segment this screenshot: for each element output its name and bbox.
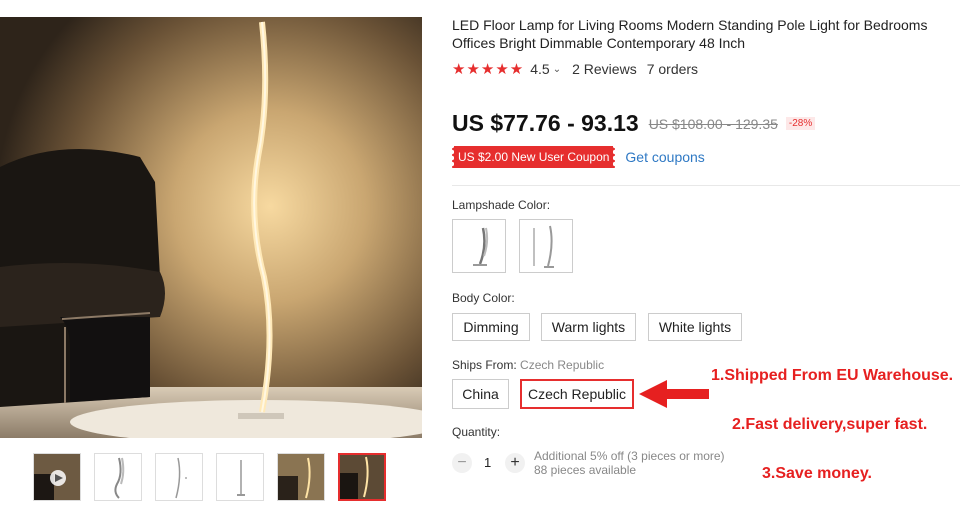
- quantity-value[interactable]: 1: [484, 455, 491, 470]
- current-price: US $77.76 - 93.13: [452, 110, 639, 136]
- ships-from-title: Ships From:: [452, 358, 517, 372]
- price-row: US $77.76 - 93.13 US $108.00 - 129.35 -2…: [452, 110, 816, 137]
- main-product-image: [0, 17, 422, 438]
- video-thumbnail-image: [34, 454, 80, 500]
- lamp-thumbnail-image: [114, 457, 125, 499]
- lampshade-swatch-2[interactable]: [519, 219, 573, 273]
- ships-from-czech-republic[interactable]: Czech Republic: [520, 379, 634, 409]
- divider: [452, 185, 960, 186]
- lamp-silver-icon: [533, 225, 554, 268]
- body-color-label: Body Color:: [452, 291, 515, 305]
- body-color-option-white[interactable]: White lights: [648, 313, 742, 341]
- thumbnail-2[interactable]: [94, 453, 142, 501]
- annotation-fast-delivery: 2.Fast delivery,super fast.: [732, 416, 928, 433]
- coupon-row: US $2.00 New User Coupon Get coupons: [449, 143, 705, 171]
- lamp-white-icon: [473, 227, 489, 266]
- ships-from-label: Ships From: Czech Republic: [452, 358, 604, 372]
- quantity-info: Additional 5% off (3 pieces or more) 88 …: [534, 449, 725, 477]
- original-price: US $108.00 - 129.35: [648, 115, 778, 132]
- rating-row: ★★★★★ 4.5 ⌄ 2 Reviews 7 orders: [452, 60, 698, 78]
- thumbnail-video[interactable]: [33, 453, 81, 501]
- room-thumbnail-image: [340, 455, 384, 499]
- stock-available-text: 88 pieces available: [534, 463, 637, 477]
- room-thumbnail-image: [278, 454, 324, 500]
- ships-from-value: Czech Republic: [520, 358, 605, 372]
- rating-score[interactable]: 4.5: [530, 61, 549, 77]
- quantity-label: Quantity:: [452, 425, 501, 439]
- star-rating-icon: ★★★★★: [452, 61, 525, 78]
- lamp-thumbnail-image: [175, 457, 187, 499]
- bulk-discount-text: Additional 5% off (3 pieces or more): [534, 449, 725, 463]
- lampshade-color-label: Lampshade Color:: [452, 198, 551, 212]
- orders-count: 7 orders: [646, 61, 699, 77]
- get-coupons-link[interactable]: Get coupons: [625, 149, 704, 165]
- lamp-scene-image: [0, 17, 422, 438]
- thumbnail-6-selected[interactable]: [338, 453, 386, 501]
- quantity-plus-button[interactable]: +: [505, 453, 525, 473]
- reviews-link[interactable]: 2 Reviews: [572, 61, 637, 77]
- thumbnail-4[interactable]: [216, 453, 264, 501]
- thumbnail-5[interactable]: [277, 453, 325, 501]
- discount-badge: -28%: [785, 117, 816, 130]
- new-user-coupon-badge[interactable]: US $2.00 New User Coupon: [449, 143, 618, 171]
- annotation-eu-warehouse: 1.Shipped From EU Warehouse.: [711, 367, 954, 384]
- body-color-option-warm[interactable]: Warm lights: [541, 313, 636, 341]
- lampshade-swatch-1[interactable]: [452, 219, 506, 273]
- body-color-option-dimming[interactable]: Dimming: [452, 313, 530, 341]
- lamp-thumbnail-image: [237, 460, 245, 496]
- red-arrow-icon: [639, 380, 709, 408]
- quantity-minus-button[interactable]: −: [452, 453, 472, 473]
- chevron-down-icon[interactable]: ⌄: [553, 64, 561, 75]
- thumbnail-3[interactable]: [155, 453, 203, 501]
- ships-from-china[interactable]: China: [452, 379, 509, 409]
- product-title: LED Floor Lamp for Living Rooms Modern S…: [452, 17, 928, 51]
- annotation-save-money: 3.Save money.: [762, 465, 872, 482]
